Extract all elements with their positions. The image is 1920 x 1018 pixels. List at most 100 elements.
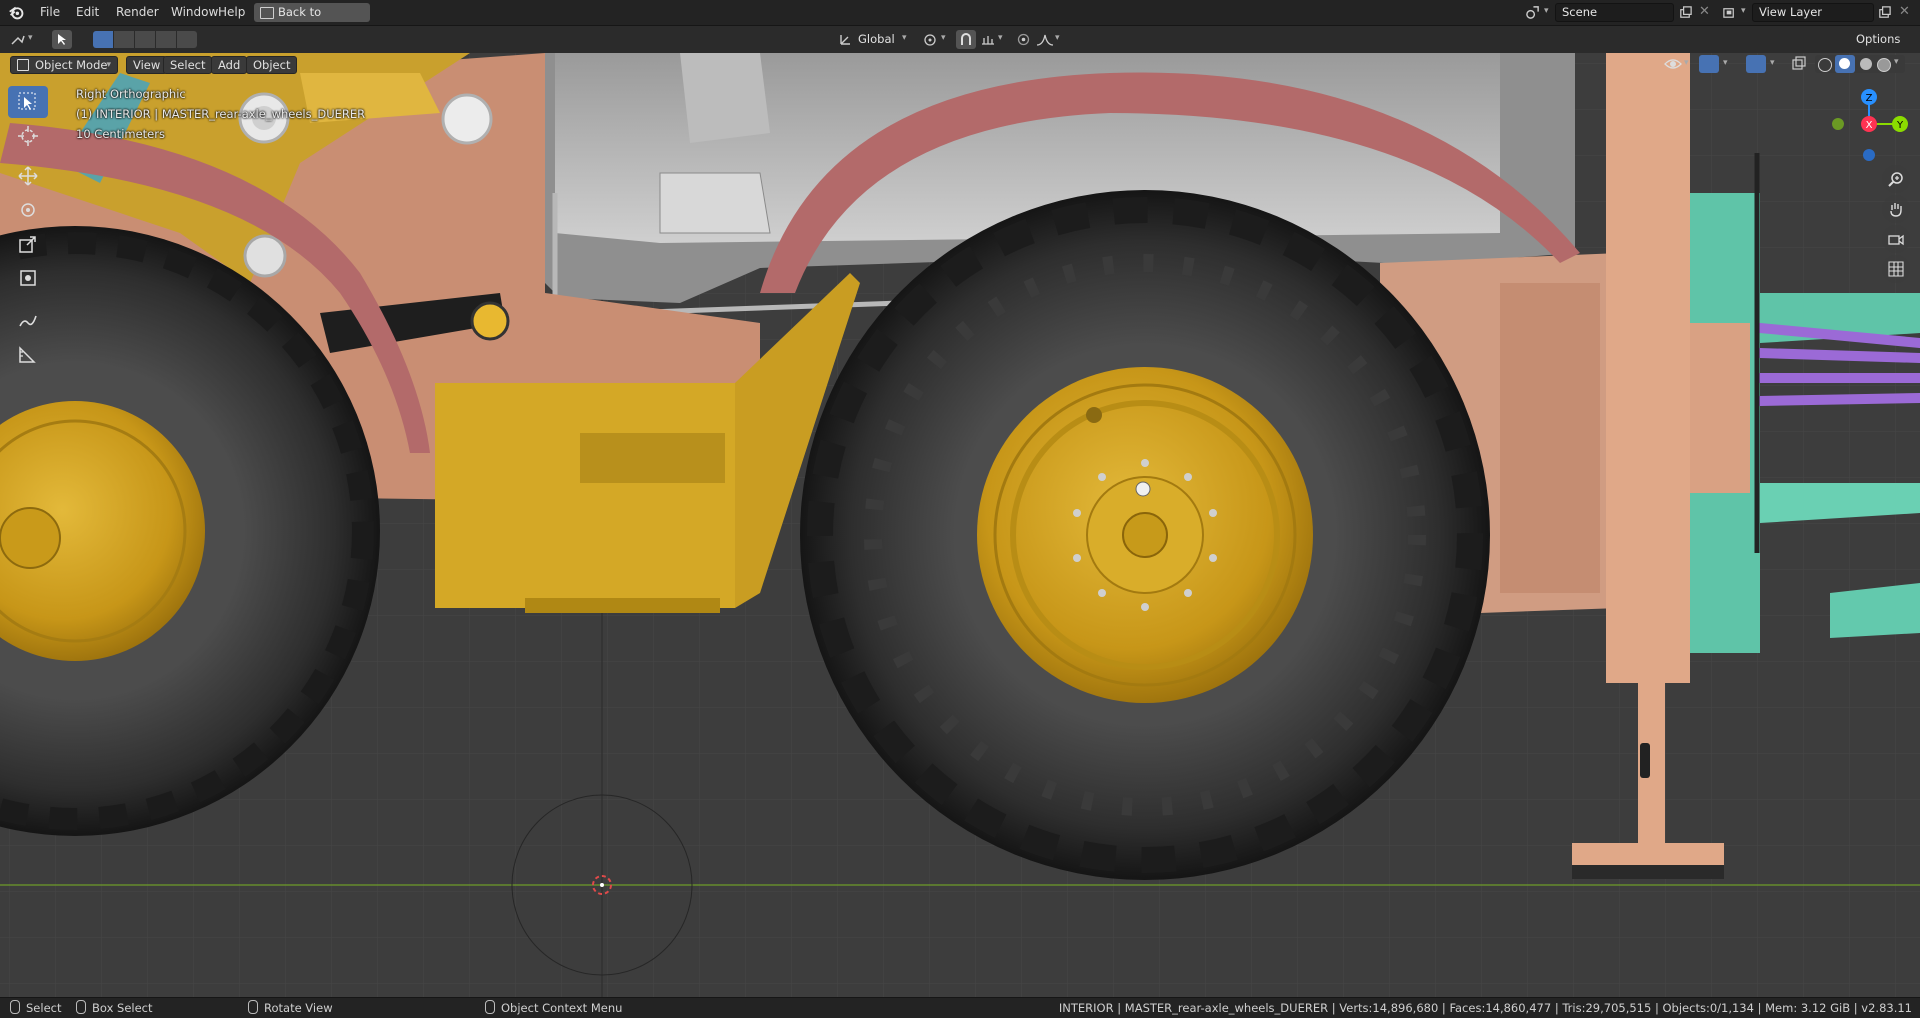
solid-shading-icon[interactable] xyxy=(1835,55,1855,73)
object-mode-dropdown[interactable]: Object Mode ▾ xyxy=(10,56,118,74)
gizmo-neg-z-axis[interactable] xyxy=(1863,149,1875,161)
scene-icon[interactable] xyxy=(1525,5,1540,20)
pivot-dropdown-icon[interactable]: ▾ xyxy=(941,33,946,43)
editor-type-dropdown-icon[interactable]: ▾ xyxy=(28,33,33,43)
select-tool-icon[interactable] xyxy=(52,30,72,49)
view-layer-icon[interactable] xyxy=(1722,5,1737,20)
transform-orientation-dropdown[interactable]: Global xyxy=(858,30,906,49)
camera-view-button[interactable] xyxy=(1882,225,1910,253)
menu-add[interactable]: Add xyxy=(211,56,248,74)
new-view-layer-icon[interactable] xyxy=(1877,5,1892,20)
screen-icon xyxy=(260,7,274,19)
select-mode-extend-icon[interactable] xyxy=(114,31,134,48)
blender-logo-icon[interactable] xyxy=(8,4,25,21)
cursor-arrow-icon xyxy=(18,92,36,110)
zoom-button[interactable] xyxy=(1882,165,1910,193)
gizmo-dropdown-icon[interactable]: ▾ xyxy=(1723,58,1728,68)
select-box-tool[interactable] xyxy=(8,86,48,118)
status-rotate-label: Rotate View xyxy=(264,1001,333,1015)
scale-tool[interactable] xyxy=(8,228,48,260)
new-scene-icon[interactable] xyxy=(1678,5,1693,20)
step-slot xyxy=(580,433,725,483)
select-mode-new-icon[interactable] xyxy=(93,31,113,48)
menu-edit[interactable]: Edit xyxy=(70,4,105,21)
status-bar: Select Box Select Rotate View Object Con… xyxy=(0,997,1920,1018)
menu-select[interactable]: Select xyxy=(163,56,213,74)
boom-pin-3 xyxy=(243,234,287,278)
proportional-edit-icon[interactable] xyxy=(1016,32,1031,47)
status-select-label: Select xyxy=(26,1001,62,1015)
status-rotate-hint: Rotate View xyxy=(248,998,333,1018)
mode-chevron-down-icon: ▾ xyxy=(106,60,111,70)
select-mode-difference-icon[interactable] xyxy=(156,31,176,48)
cab-glass xyxy=(680,53,770,143)
cursor-tool[interactable] xyxy=(8,120,48,152)
select-mode-subtract-icon[interactable] xyxy=(135,31,155,48)
viewport-scene xyxy=(0,53,1920,997)
mouse-middle-icon xyxy=(248,1000,258,1014)
move-arrows-icon xyxy=(18,166,38,186)
shading-mode-group: ▾ xyxy=(1815,55,1905,73)
snap-dropdown-icon[interactable]: ▾ xyxy=(998,33,1003,43)
rotate-tool[interactable] xyxy=(8,194,48,226)
camera-icon xyxy=(1888,234,1904,246)
mouse-drag-icon xyxy=(76,1000,86,1014)
mouse-right-icon xyxy=(485,1000,495,1014)
pivot-point-icon[interactable] xyxy=(922,32,938,48)
move-tool[interactable] xyxy=(8,160,48,192)
annotate-tool[interactable] xyxy=(8,304,48,336)
view-layer-dropdown-icon[interactable]: ▾ xyxy=(1741,6,1746,16)
wireframe-shading-icon[interactable] xyxy=(1818,58,1832,72)
gizmo-neg-y-axis[interactable] xyxy=(1832,118,1844,130)
grid-icon xyxy=(1888,261,1904,277)
menu-object[interactable]: Object xyxy=(246,56,298,74)
3d-viewport[interactable]: Object Mode ▾ View Select Add Object ▾ ▾… xyxy=(0,53,1920,997)
status-box-select-label: Box Select xyxy=(92,1001,153,1015)
cylinder-mount xyxy=(470,301,510,341)
editor-type-icon[interactable] xyxy=(10,32,26,48)
select-mode-intersect-icon[interactable] xyxy=(177,31,197,48)
gizmo-y-label: Y xyxy=(1896,120,1904,131)
transform-icon xyxy=(20,270,36,286)
status-context-hint: Object Context Menu xyxy=(485,998,622,1018)
overlays-toggle-icon[interactable] xyxy=(1746,55,1766,73)
object-mode-label: Object Mode xyxy=(35,58,108,72)
rear-frame-foot xyxy=(1572,843,1724,865)
navigation-gizmo[interactable]: Z X Y xyxy=(1826,81,1912,167)
scene-name-field[interactable]: Scene xyxy=(1555,3,1674,22)
transform-tool[interactable] xyxy=(8,262,48,294)
options-label: Options xyxy=(1856,32,1901,46)
scene-statistics: INTERIOR | MASTER_rear-axle_wheels_DUERE… xyxy=(1058,1001,1912,1015)
rendered-shading-icon[interactable] xyxy=(1877,58,1891,72)
xray-toggle-icon[interactable] xyxy=(1791,56,1807,72)
pan-button[interactable] xyxy=(1882,195,1910,223)
menu-file[interactable]: File xyxy=(34,4,66,21)
step-bottom xyxy=(525,598,720,613)
remove-view-layer-icon[interactable]: ✕ xyxy=(1899,4,1910,19)
snap-target-icon[interactable] xyxy=(980,32,996,48)
measure-tool[interactable] xyxy=(8,338,48,370)
menu-render[interactable]: Render xyxy=(110,4,165,21)
snap-toggle-icon[interactable] xyxy=(956,30,976,49)
menu-view[interactable]: View xyxy=(126,56,168,74)
gizmo-toggle-icon[interactable] xyxy=(1699,55,1719,73)
back-to-previous-button[interactable]: Back to Previous xyxy=(254,3,370,38)
transform-orientation-icon[interactable] xyxy=(838,32,853,47)
grid-scale-label: 10 Centimeters xyxy=(76,127,165,141)
falloff-dropdown-icon[interactable]: ▾ xyxy=(1055,33,1060,43)
tool-settings-header: ▾ Global ▾ ▾ ▾ ▾ Options ▾ xyxy=(0,26,1920,65)
visibility-eye-icon[interactable] xyxy=(1664,56,1682,72)
menu-help[interactable]: Help xyxy=(212,4,251,21)
visibility-dropdown-icon[interactable]: ▾ xyxy=(1684,58,1689,68)
toggle-perspective-button[interactable] xyxy=(1882,255,1910,283)
orientation-chevron-down-icon[interactable]: ▾ xyxy=(902,33,907,43)
remove-scene-icon[interactable]: ✕ xyxy=(1699,4,1710,19)
shading-dropdown-icon[interactable]: ▾ xyxy=(1894,57,1899,67)
rear-plate xyxy=(1500,283,1600,593)
gizmo-z-label: Z xyxy=(1866,93,1873,104)
material-shading-icon[interactable] xyxy=(1860,58,1872,70)
view-layer-field[interactable]: View Layer xyxy=(1752,3,1874,22)
overlays-dropdown-icon[interactable]: ▾ xyxy=(1770,58,1775,68)
scene-dropdown-icon[interactable]: ▾ xyxy=(1544,6,1549,16)
options-dropdown[interactable]: Options ▾ xyxy=(1832,30,1912,65)
